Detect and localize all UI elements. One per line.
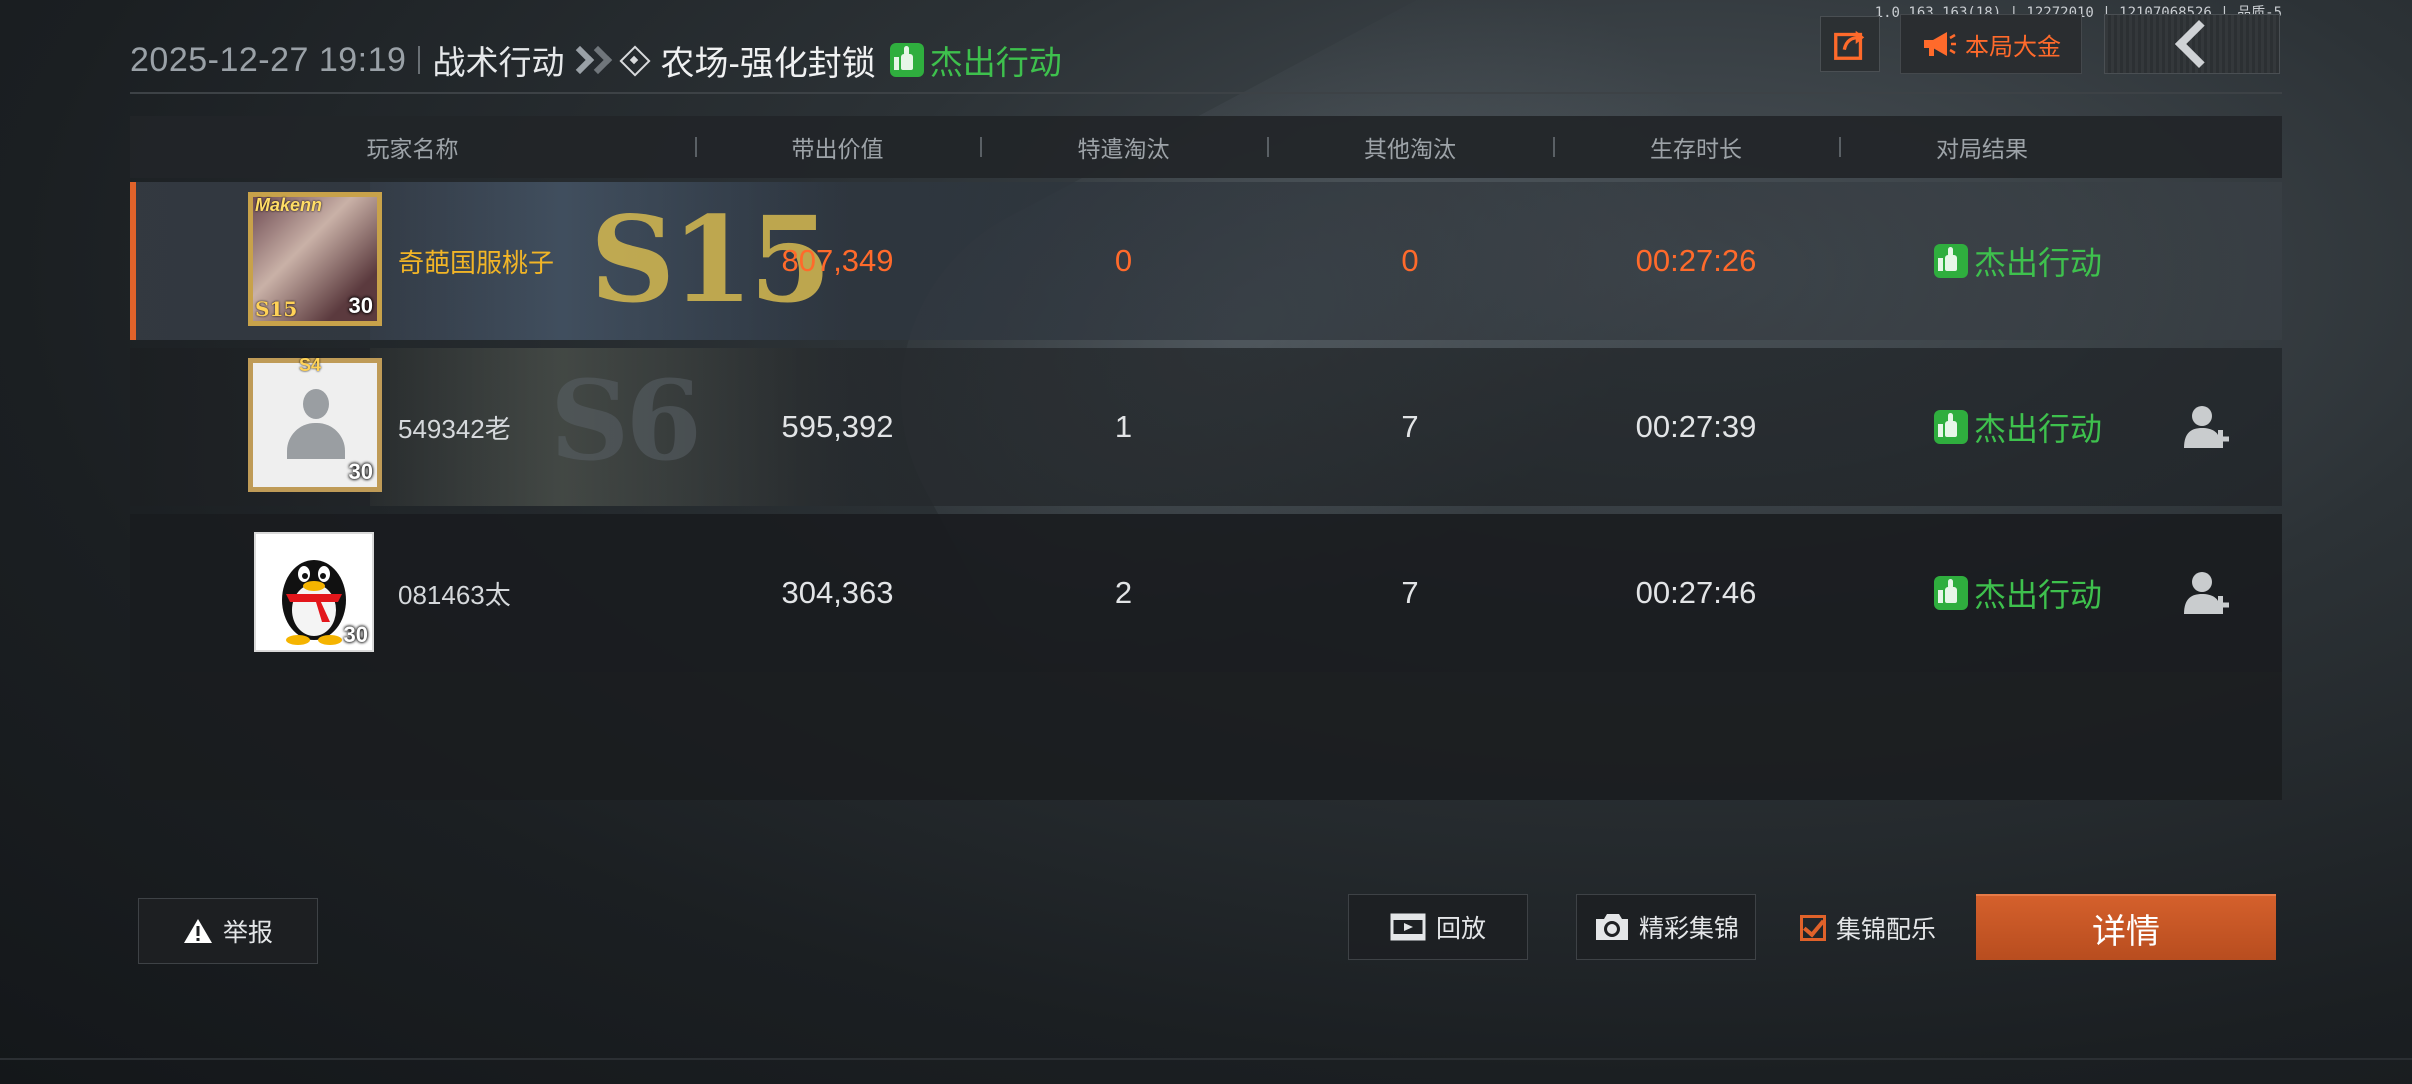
survival-time: 00:27:26 (1635, 243, 1757, 278)
match-result-cell: 杰出行动 (1908, 182, 2128, 340)
map-diamond-icon (618, 44, 650, 76)
empty-table-area (130, 672, 2282, 800)
extract-value: 807,349 (781, 243, 894, 278)
table-row[interactable]: S6 S4 30 549342老 595,392 1 7 00:27:39 杰出… (130, 348, 2282, 506)
thumbs-up-icon (1933, 576, 1968, 610)
table-row[interactable]: 30 081463太 304,363 2 7 00:27:46 杰出行动 (130, 514, 2282, 672)
table-header: 玩家名称 带出价值 特遣淘汰 其他淘汰 生存时长 对局结果 (130, 116, 2282, 178)
highlight-music-label: 集锦配乐 (1836, 916, 1937, 944)
report-button[interactable]: 举报 (138, 898, 318, 964)
highlights-label: 精彩集锦 (1638, 915, 1739, 943)
share-button[interactable] (1820, 16, 1880, 72)
highlights-button[interactable]: 精彩集锦 (1576, 894, 1756, 960)
thumbs-up-icon (1933, 244, 1968, 278)
highlight-music-toggle[interactable]: 集锦配乐 (1800, 910, 1936, 946)
header-rule (130, 92, 2282, 94)
add-friend-icon[interactable] (2182, 402, 2232, 452)
result-label: 杰出行动 (1973, 245, 2102, 281)
jackpot-label: 本局大金 (1965, 33, 2061, 61)
player-name: 549342老 (398, 413, 511, 444)
back-button[interactable] (2104, 14, 2280, 74)
extract-value: 304,363 (781, 575, 894, 610)
double-chevron-icon (566, 45, 613, 75)
other-kills: 7 (1401, 575, 1419, 610)
player-name: 081463太 (398, 579, 511, 610)
match-result: 杰出行动 (929, 44, 1062, 81)
special-kills: 2 (1114, 575, 1133, 610)
player-level: 30 (348, 459, 373, 484)
column-header-special-kills: 特遣淘汰 (1077, 136, 1170, 162)
warning-icon (183, 919, 212, 943)
header-divider (418, 46, 421, 74)
details-label: 详情 (2092, 912, 2160, 951)
default-avatar-icon (287, 389, 345, 459)
special-kills: 0 (1114, 243, 1133, 278)
extract-value: 595,392 (781, 409, 894, 444)
table-row[interactable]: S15 Makenn S15 30 奇葩国服桃子 807,349 0 0 00:… (130, 182, 2282, 340)
avatar-season: S15 (255, 297, 298, 321)
player-level: 30 (348, 293, 373, 318)
match-result-cell: 杰出行动 (1908, 348, 2128, 506)
column-header-result: 对局结果 (1936, 136, 2028, 162)
result-label: 杰出行动 (1973, 577, 2102, 613)
result-label: 杰出行动 (1973, 411, 2102, 447)
thumbs-up-icon (1933, 410, 1968, 444)
avatar-tag: Makenn (255, 195, 323, 215)
add-friend-icon[interactable] (2182, 568, 2232, 618)
self-indicator (130, 182, 136, 340)
report-label: 举报 (222, 919, 273, 947)
bottom-rule (0, 1058, 2412, 1060)
avatar[interactable]: S4 30 (248, 355, 382, 492)
player-name: 奇葩国服桃子 (398, 247, 555, 278)
details-button[interactable]: 详情 (1976, 894, 2276, 960)
survival-time: 00:27:39 (1635, 409, 1757, 444)
scoreboard-table: 玩家名称 带出价值 特遣淘汰 其他淘汰 生存时长 对局结果 S15 Makenn… (130, 116, 2282, 800)
replay-icon (1390, 913, 1426, 941)
column-header-other-kills: 其他淘汰 (1364, 136, 1456, 162)
replay-label: 回放 (1435, 915, 1486, 943)
match-result-cell: 杰出行动 (1908, 514, 2128, 672)
share-icon (1834, 30, 1865, 60)
match-header: 2025-12-27 19:19 战术行动 农场-强化封锁 杰出行动 (130, 30, 1062, 90)
checkbox-icon[interactable] (1800, 915, 1826, 941)
match-datetime: 2025-12-27 19:19 (130, 40, 407, 79)
megaphone-icon (1924, 32, 1956, 56)
match-map: 农场-强化封锁 (660, 44, 876, 83)
other-kills: 7 (1401, 409, 1419, 444)
other-kills: 0 (1401, 243, 1419, 278)
avatar[interactable]: Makenn S15 30 (248, 192, 382, 326)
survival-time: 00:27:46 (1635, 575, 1757, 610)
column-header-survival: 生存时长 (1650, 136, 1742, 162)
camera-icon (1595, 914, 1628, 940)
special-kills: 1 (1114, 409, 1133, 444)
replay-button[interactable]: 回放 (1348, 894, 1528, 960)
player-level: 30 (343, 622, 368, 647)
back-chevron-icon (2174, 19, 2224, 69)
match-mode: 战术行动 (432, 44, 565, 81)
column-header-player: 玩家名称 (366, 136, 459, 162)
column-header-value: 带出价值 (791, 136, 884, 162)
avatar-season: S4 (299, 355, 322, 375)
banner-season-badge: S6 (550, 356, 702, 485)
jackpot-button[interactable]: 本局大金 (1900, 14, 2082, 74)
avatar[interactable]: 30 (254, 532, 374, 652)
thumbs-up-icon (889, 43, 924, 77)
